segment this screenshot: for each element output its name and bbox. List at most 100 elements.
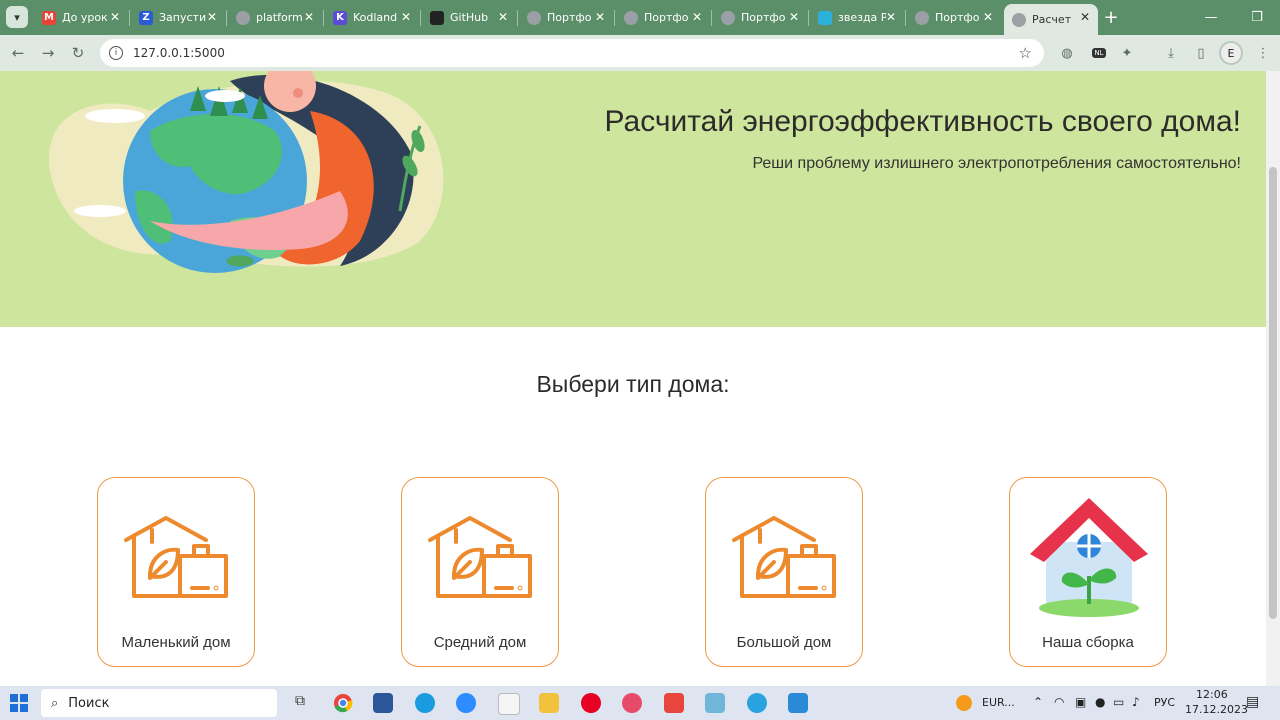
browser-tab[interactable]: Портфо ✕	[907, 4, 1001, 31]
chrome-app-icon[interactable]	[333, 693, 353, 713]
house-card-label: Наша сборка	[1042, 634, 1134, 651]
browser-tab[interactable]: M До урок ✕	[34, 4, 128, 31]
close-icon[interactable]: ✕	[886, 10, 896, 24]
close-icon[interactable]: ✕	[304, 10, 314, 24]
reload-button[interactable]: ↻	[68, 43, 88, 63]
browser-tab[interactable]: Z Запусти ✕	[131, 4, 225, 31]
house-card-custom[interactable]: Наша сборка	[1009, 477, 1167, 667]
url-text: 127.0.0.1:5000	[133, 46, 225, 60]
close-icon[interactable]: ✕	[983, 10, 993, 24]
messenger-app-icon[interactable]	[622, 693, 642, 713]
task-view-icon[interactable]: ⧉	[290, 693, 310, 713]
site-info-icon[interactable]: i	[109, 46, 123, 60]
weather-icon[interactable]	[956, 695, 972, 711]
telegram-app-icon[interactable]	[747, 693, 767, 713]
edge-app-icon[interactable]	[415, 693, 435, 713]
browser-tab[interactable]: Портфо ✕	[713, 4, 807, 31]
extension-badge: NL	[1092, 48, 1106, 58]
globe-icon	[527, 10, 541, 25]
battery-icon[interactable]: ▭	[1113, 695, 1124, 709]
clock-date[interactable]: 17.12.2023	[1185, 703, 1248, 716]
pinterest-app-icon[interactable]	[581, 693, 601, 713]
eco-house-icon	[428, 516, 532, 598]
volume-icon[interactable]: ♪	[1132, 695, 1140, 709]
forward-button[interactable]: →	[38, 43, 58, 63]
browser-toolbar: ← → ↻ i 127.0.0.1:5000 ☆ ◍ NL ✦ ⤓ ▯ E ⋮	[0, 35, 1280, 71]
weather-text: EUR...	[982, 696, 1015, 709]
app-icon[interactable]	[705, 693, 725, 713]
app-icon	[818, 10, 832, 25]
network-icon[interactable]: ◠	[1054, 695, 1064, 709]
browser-tab[interactable]: K Kodland ✕	[325, 4, 419, 31]
page-viewport: Расчитай энергоэффективность своего дома…	[0, 71, 1266, 686]
close-icon[interactable]: ✕	[595, 10, 605, 24]
clock-time[interactable]: 12:06	[1196, 688, 1228, 701]
language-indicator[interactable]: РУС	[1154, 696, 1175, 709]
close-icon[interactable]: ✕	[692, 10, 702, 24]
browser-tab[interactable]: звезда Р ✕	[810, 4, 904, 31]
notification-icon[interactable]: ▤	[1246, 694, 1259, 710]
tab-title: Портфо	[935, 11, 980, 24]
browser-tab[interactable]: Портфо ✕	[519, 4, 613, 31]
extension-icon[interactable]: ◍	[1058, 44, 1076, 62]
hero-banner: Расчитай энергоэффективность своего дома…	[0, 71, 1266, 327]
chrome-logo	[334, 694, 353, 713]
side-panel-icon[interactable]: ▯	[1192, 44, 1210, 62]
gmail-icon: M	[42, 10, 56, 25]
eco-house-icon	[124, 516, 228, 598]
tab-strip: ▾ M До урок ✕ Z Запусти ✕ platform ✕ K Kodland ✕ Gi…	[0, 0, 1280, 35]
tab-title: звезда Р	[838, 11, 886, 24]
file-explorer-icon[interactable]	[539, 693, 559, 713]
anydesk-app-icon[interactable]	[664, 693, 684, 713]
house-card-small[interactable]: Маленький дом	[97, 477, 255, 667]
tab-separator	[711, 10, 712, 26]
close-icon[interactable]: ✕	[207, 10, 217, 24]
close-icon[interactable]: ✕	[498, 10, 508, 24]
browser-tab[interactable]: Портфо ✕	[616, 4, 710, 31]
tray-chevron-up-icon[interactable]: ⌃	[1033, 695, 1043, 709]
vscode-app-icon[interactable]	[788, 693, 808, 713]
tab-separator	[323, 10, 324, 26]
zoom-app-icon[interactable]	[456, 693, 476, 713]
taskbar-search[interactable]: ⌕ Поиск	[41, 689, 277, 717]
extension-nl-icon[interactable]: NL	[1090, 44, 1108, 62]
close-icon[interactable]: ✕	[401, 10, 411, 24]
new-tab-button[interactable]: +	[1100, 6, 1122, 28]
download-icon[interactable]: ⤓	[1162, 44, 1180, 62]
tab-title: Портфо	[547, 11, 592, 24]
microphone-icon[interactable]: ●	[1095, 695, 1105, 709]
windows-start-icon[interactable]	[10, 694, 28, 712]
close-icon[interactable]: ✕	[789, 10, 799, 24]
browser-tab[interactable]: platform ✕	[228, 4, 322, 31]
minimize-button[interactable]: —	[1188, 0, 1234, 35]
hero-title: Расчитай энергоэффективность своего дома…	[604, 105, 1241, 138]
browser-tab[interactable]: GitHub ✕	[422, 4, 516, 31]
puzzle-icon[interactable]: ✦	[1118, 44, 1136, 62]
scrollbar-thumb[interactable]	[1269, 167, 1277, 619]
house-card-medium[interactable]: Средний дом	[401, 477, 559, 667]
profile-avatar[interactable]: E	[1219, 41, 1243, 65]
tab-search-button[interactable]: ▾	[6, 6, 28, 28]
tab-separator	[808, 10, 809, 26]
house-card-label: Средний дом	[433, 634, 527, 651]
tab-separator	[226, 10, 227, 26]
bookmark-star-icon[interactable]: ☆	[1019, 44, 1032, 62]
reload-icon: ↻	[71, 44, 85, 62]
close-icon[interactable]: ✕	[1080, 10, 1090, 24]
notepad-app-icon[interactable]	[498, 693, 520, 715]
browser-tab[interactable]: Расчет ✕	[1004, 4, 1098, 35]
camera-icon[interactable]: ▣	[1075, 695, 1086, 709]
close-icon[interactable]: ✕	[110, 10, 120, 24]
maximize-button[interactable]: ❐	[1234, 0, 1280, 35]
hero-subtitle: Реши проблему излишнего электропотреблен…	[752, 155, 1241, 172]
tab-title: Портфо	[644, 11, 689, 24]
back-button[interactable]: ←	[8, 43, 28, 63]
tab-title: Портфо	[741, 11, 786, 24]
house-card-large[interactable]: Большой дом	[705, 477, 863, 667]
github-icon	[430, 10, 444, 25]
globe-icon	[915, 10, 929, 25]
kebab-menu-icon[interactable]: ⋮	[1254, 44, 1272, 62]
address-bar[interactable]: i 127.0.0.1:5000 ☆	[100, 39, 1044, 67]
page-scrollbar[interactable]	[1266, 71, 1280, 686]
word-app-icon[interactable]	[373, 693, 393, 713]
